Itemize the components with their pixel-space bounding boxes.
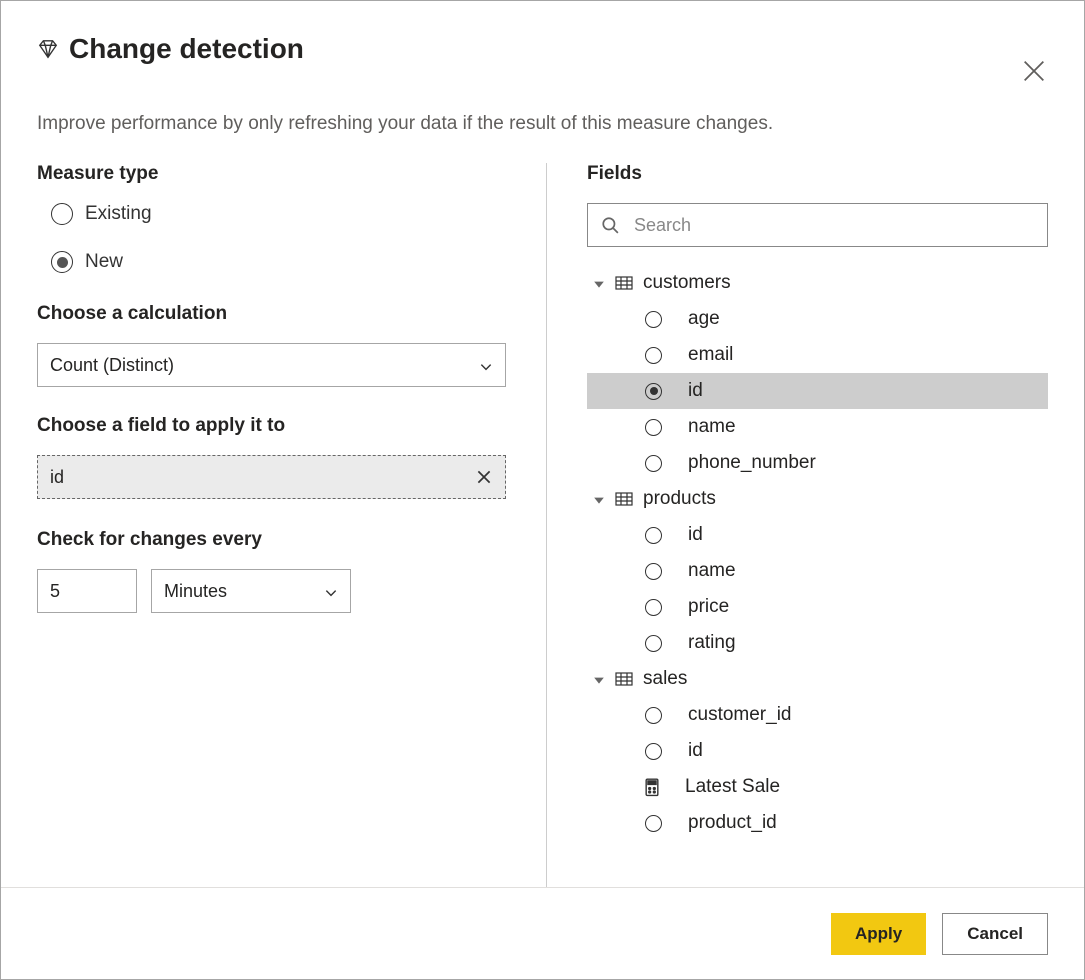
table-row[interactable]: customers — [587, 265, 1048, 301]
field-row[interactable]: email — [587, 337, 1048, 373]
field-name: age — [688, 308, 720, 330]
field-radio-icon — [645, 383, 662, 400]
chevron-down-icon — [324, 584, 338, 598]
interval-unit-select[interactable]: Minutes — [151, 569, 351, 613]
field-row[interactable]: name — [587, 553, 1048, 589]
calculation-value: Count (Distinct) — [50, 355, 174, 376]
field-name: Latest Sale — [685, 776, 780, 798]
table-icon — [615, 672, 633, 686]
field-name: phone_number — [688, 452, 816, 474]
measure-type-radio-group: Existing New — [37, 203, 506, 273]
chevron-down-icon — [479, 358, 493, 372]
field-radio-icon — [645, 599, 662, 616]
expand-icon — [593, 493, 605, 505]
field-radio-icon — [645, 815, 662, 832]
field-name: id — [688, 740, 703, 762]
fields-search-input[interactable] — [587, 203, 1048, 247]
fields-tree[interactable]: customers age email id name phone_numberprodu… — [587, 265, 1048, 887]
field-row[interactable]: product_id — [587, 805, 1048, 841]
field-row[interactable]: id — [587, 733, 1048, 769]
radio-existing[interactable]: Existing — [51, 203, 506, 225]
interval-label: Check for changes every — [37, 529, 506, 551]
field-radio-icon — [645, 419, 662, 436]
field-row[interactable]: id — [587, 517, 1048, 553]
apply-button[interactable]: Apply — [831, 913, 926, 955]
fields-label: Fields — [587, 163, 1048, 185]
table-name: sales — [643, 668, 687, 690]
field-radio-icon — [645, 707, 662, 724]
measure-type-label: Measure type — [37, 163, 506, 185]
field-row[interactable]: phone_number — [587, 445, 1048, 481]
radio-icon — [51, 203, 73, 225]
field-name: id — [688, 524, 703, 546]
calculation-select[interactable]: Count (Distinct) — [37, 343, 506, 387]
diamond-icon — [37, 38, 59, 60]
field-radio-icon — [645, 527, 662, 544]
field-name: customer_id — [688, 704, 792, 726]
field-radio-icon — [645, 635, 662, 652]
expand-icon — [593, 277, 605, 289]
table-name: products — [643, 488, 716, 510]
field-row[interactable]: id — [587, 373, 1048, 409]
field-row[interactable]: customer_id — [587, 697, 1048, 733]
radio-label-new: New — [85, 251, 123, 273]
calculation-label: Choose a calculation — [37, 303, 506, 325]
expand-icon — [593, 673, 605, 685]
search-icon — [601, 216, 619, 234]
field-row[interactable]: name — [587, 409, 1048, 445]
calculator-icon — [645, 778, 659, 796]
table-row[interactable]: sales — [587, 661, 1048, 697]
field-radio-icon — [645, 563, 662, 580]
cancel-button[interactable]: Cancel — [942, 913, 1048, 955]
field-name: product_id — [688, 812, 777, 834]
table-row[interactable]: products — [587, 481, 1048, 517]
field-row[interactable]: rating — [587, 625, 1048, 661]
dialog-title: Change detection — [69, 33, 304, 65]
field-row[interactable]: price — [587, 589, 1048, 625]
field-name: price — [688, 596, 729, 618]
clear-field-button[interactable] — [475, 468, 493, 486]
field-name: id — [688, 380, 703, 402]
dialog-subtitle: Improve performance by only refreshing y… — [37, 113, 1048, 135]
field-name: name — [688, 416, 736, 438]
field-name: rating — [688, 632, 736, 654]
field-row[interactable]: age — [587, 301, 1048, 337]
field-name: email — [688, 344, 733, 366]
radio-new[interactable]: New — [51, 251, 506, 273]
applied-field-box[interactable]: id — [37, 455, 506, 499]
radio-label-existing: Existing — [85, 203, 152, 225]
field-apply-label: Choose a field to apply it to — [37, 415, 506, 437]
applied-field-value: id — [50, 467, 64, 488]
field-radio-icon — [645, 347, 662, 364]
field-radio-icon — [645, 311, 662, 328]
field-row[interactable]: Latest Sale — [587, 769, 1048, 805]
close-button[interactable] — [1020, 57, 1048, 85]
radio-icon — [51, 251, 73, 273]
interval-unit-value: Minutes — [164, 581, 227, 602]
table-name: customers — [643, 272, 731, 294]
table-icon — [615, 492, 633, 506]
interval-value-input[interactable] — [37, 569, 137, 613]
field-radio-icon — [645, 455, 662, 472]
field-name: name — [688, 560, 736, 582]
table-icon — [615, 276, 633, 290]
field-radio-icon — [645, 743, 662, 760]
